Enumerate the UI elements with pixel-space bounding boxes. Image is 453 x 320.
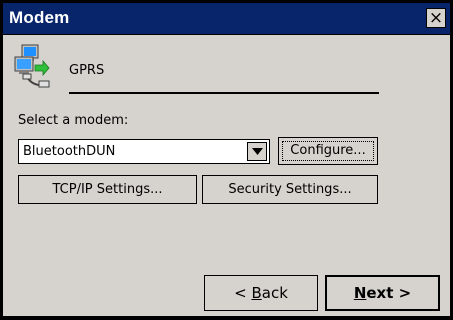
modem-dialog: Modem × GPRS Select a modem: BluetoothDU… [0, 0, 453, 320]
divider [69, 92, 379, 94]
back-button[interactable]: < Back [204, 275, 318, 311]
security-settings-label: Security Settings... [228, 182, 352, 197]
modem-select-label: Select a modem: [18, 113, 129, 128]
title-bar: Modem × [3, 3, 450, 35]
configure-button[interactable]: Configure... [278, 137, 378, 165]
connection-name: GPRS [69, 63, 105, 78]
dropdown-arrow-button[interactable] [247, 142, 267, 161]
close-button[interactable]: × [426, 8, 446, 28]
next-button[interactable]: Next > [325, 275, 440, 311]
tcpip-settings-button[interactable]: TCP/IP Settings... [18, 175, 197, 204]
close-icon: × [428, 8, 444, 28]
configure-button-label: Configure... [290, 143, 366, 158]
chevron-down-icon [252, 148, 263, 155]
next-button-label: Next > [353, 284, 412, 302]
window-title: Modem [9, 8, 70, 27]
security-settings-button[interactable]: Security Settings... [202, 175, 378, 204]
back-button-label: < Back [234, 284, 288, 302]
modem-dropdown-value: BluetoothDUN [23, 144, 116, 159]
modem-dropdown[interactable]: BluetoothDUN [18, 139, 270, 164]
network-computer-icon [13, 43, 55, 89]
tcpip-settings-label: TCP/IP Settings... [52, 182, 163, 197]
